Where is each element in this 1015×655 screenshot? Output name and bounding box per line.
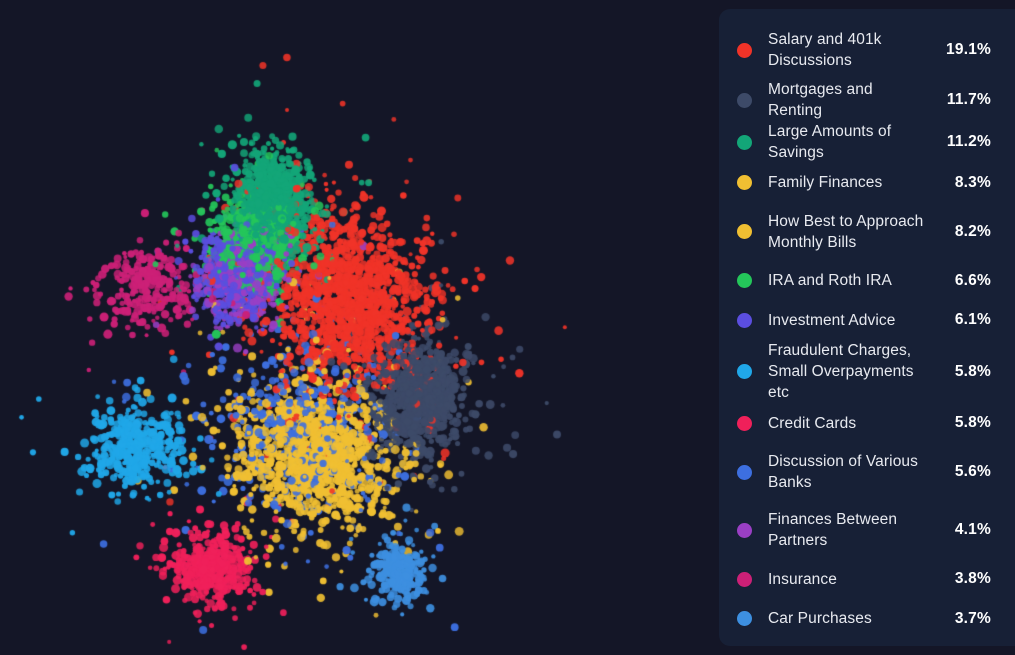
legend-item[interactable]: Fraudulent Charges, Small Overpayments e… [719, 340, 1015, 403]
legend-item-label: Large Amounts of Savings [768, 123, 892, 161]
legend-color-dot [737, 134, 752, 150]
legend-color-dot [737, 464, 752, 480]
scatter-plot-area[interactable] [0, 0, 720, 655]
legend-item[interactable]: Insurance 3.8% [719, 559, 1015, 599]
legend-color-dot [737, 611, 752, 627]
legend-item-percentage: 3.8% [954, 570, 991, 588]
legend-panel: Salary and 401k Discussions 19.1% Mortgage… [719, 9, 1015, 646]
legend-item[interactable]: Car Purchases 3.7% [719, 599, 1015, 639]
legend-color-dot [737, 224, 752, 240]
legend-color-dot [737, 522, 752, 538]
legend-item-percentage: 11.2% [946, 133, 991, 150]
legend-item-label: Credit Cards [768, 414, 857, 432]
legend-item-percentage: 11.7% [946, 91, 991, 108]
legend-item-label: Mortgages and Renting [768, 81, 873, 119]
scatter-plot-canvas[interactable] [0, 0, 720, 655]
legend-color-dot [737, 364, 752, 380]
legend-color-dot [737, 312, 752, 328]
legend-item[interactable]: Large Amounts of Savings 11.2% [719, 121, 1015, 163]
topic-cluster-app: Salary and 401k Discussions 19.1% Mortgage… [0, 0, 1015, 655]
legend-item-percentage: 5.8% [954, 414, 991, 432]
legend-list: Salary and 401k Discussions 19.1% Mortgage… [719, 21, 1015, 639]
legend-color-dot [737, 175, 752, 191]
legend-item-percentage: 6.6% [954, 271, 991, 289]
legend-color-dot [737, 571, 752, 587]
legend-item[interactable]: Family Finances 8.3% [719, 163, 1015, 203]
legend-item-percentage: 4.1% [954, 521, 991, 539]
legend-item-label: Family Finances [768, 174, 883, 192]
legend-item[interactable]: Finances Between Partners 4.1% [719, 501, 1015, 559]
legend-item[interactable]: Salary and 401k Discussions 19.1% [719, 21, 1015, 79]
legend-item[interactable]: Investment Advice 6.1% [719, 301, 1015, 341]
legend-item[interactable]: Mortgages and Renting 11.7% [719, 79, 1015, 121]
legend-item-label: Investment Advice [768, 311, 896, 329]
legend-item-percentage: 8.2% [954, 222, 991, 240]
legend-color-dot [737, 415, 752, 431]
legend-item-label: Finances Between Partners [768, 511, 898, 550]
legend-item-percentage: 5.6% [954, 463, 991, 481]
legend-item[interactable]: Discussion of Various Banks 5.6% [719, 443, 1015, 501]
legend-color-dot [737, 273, 752, 289]
legend-color-dot [737, 42, 752, 58]
legend-item-label: How Best to Approach Monthly Bills [768, 212, 924, 251]
legend-item[interactable]: IRA and Roth IRA 6.6% [719, 261, 1015, 301]
legend-item-percentage: 3.7% [954, 609, 991, 627]
legend-item-label: IRA and Roth IRA [768, 272, 892, 290]
legend-item-percentage: 6.1% [954, 311, 991, 329]
legend-item-label: Car Purchases [768, 610, 872, 628]
legend-item-label: Insurance [768, 570, 837, 588]
legend-item[interactable]: Credit Cards 5.8% [719, 403, 1015, 443]
legend-item-label: Discussion of Various Banks [768, 453, 918, 492]
legend-item-percentage: 19.1% [946, 41, 991, 58]
legend-item-label: Salary and 401k Discussions [768, 31, 882, 69]
legend-item-label: Fraudulent Charges, Small Overpayments e… [768, 342, 914, 402]
legend-item-percentage: 8.3% [954, 173, 991, 191]
legend-item[interactable]: How Best to Approach Monthly Bills 8.2% [719, 203, 1015, 261]
legend-item-percentage: 5.8% [954, 362, 991, 380]
legend-color-dot [737, 92, 752, 108]
